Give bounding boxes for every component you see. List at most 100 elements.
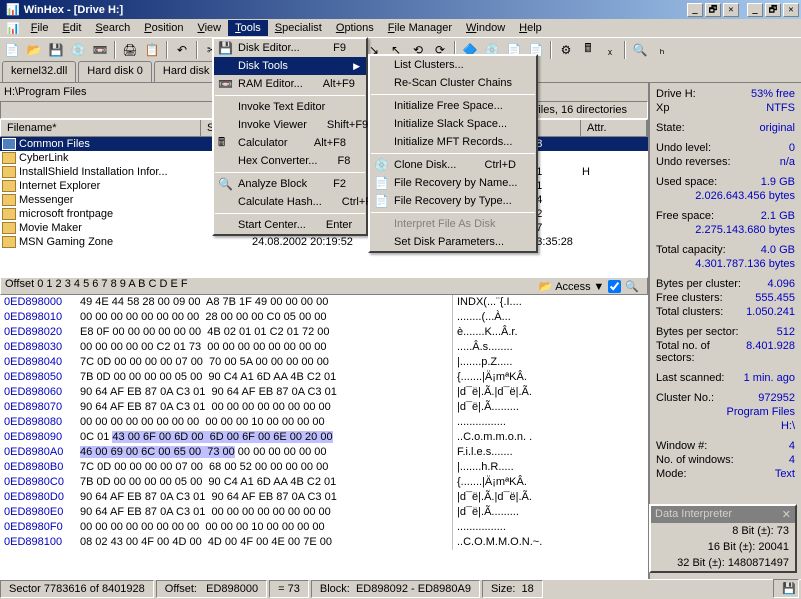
menu-edit[interactable]: Edit xyxy=(55,20,88,36)
dir-row[interactable]: MSN Gaming Zone24.08.2002 20:19:5224.08.… xyxy=(0,235,648,249)
new-button[interactable]: 📄 xyxy=(2,40,22,60)
hex-row[interactable]: 0ED8980900C 01 43 00 6F 00 6D 00 6D 00 6… xyxy=(0,430,648,445)
col-attr[interactable]: Attr. xyxy=(581,120,647,136)
info-hp: H:\ xyxy=(654,419,797,433)
info-mode: Mode:Text xyxy=(654,467,797,481)
menu-item-clone-disk-[interactable]: 💿Clone Disk...Ctrl+D xyxy=(370,156,536,174)
info-nw: No. of windows:4 xyxy=(654,453,797,467)
close-icon[interactable]: ✕ xyxy=(782,508,791,521)
info-wn: Window #:4 xyxy=(654,439,797,453)
menu-item-analyze-block[interactable]: 🔍Analyze BlockF2 xyxy=(214,175,366,193)
menu-search[interactable]: Search xyxy=(88,20,137,36)
hex-row[interactable]: 0ED8980507B 0D 00 00 00 00 05 00 90 C4 A… xyxy=(0,370,648,385)
hex-area[interactable]: 0ED89800049 4E 44 58 28 00 09 00 A8 7B 1… xyxy=(0,295,648,579)
menu-file[interactable]: File xyxy=(24,20,56,36)
hex-row[interactable]: 0ED89803000 00 00 00 00 C2 01 73 00 00 0… xyxy=(0,340,648,355)
print-button[interactable]: 🖨 xyxy=(120,40,140,60)
info-pf: Program Files xyxy=(654,405,797,419)
menu-item-file-recovery-by-type-[interactable]: 📄File Recovery by Type... xyxy=(370,192,536,210)
find-hex-button[interactable]: ₕ xyxy=(652,40,672,60)
menu-specialist[interactable]: Specialist xyxy=(268,20,329,36)
info-undo: Undo level:0 xyxy=(654,141,797,155)
info-ls: Last scanned:1 min. ago xyxy=(654,371,797,385)
di-8bit: 8 Bit (±): 73 xyxy=(651,523,795,539)
col-filename[interactable]: Filename* xyxy=(1,120,201,136)
hex-row[interactable]: 0ED8980B07C 0D 00 00 00 00 07 00 68 00 5… xyxy=(0,460,648,475)
info-bpc: Bytes per cluster:4.096 xyxy=(654,277,797,291)
menu-item-invoke-viewer[interactable]: Invoke ViewerShift+F9 xyxy=(214,116,366,134)
minimize-button[interactable]: _ xyxy=(687,3,703,17)
hex-row[interactable]: 0ED89800049 4E 44 58 28 00 09 00 A8 7B 1… xyxy=(0,295,648,310)
access-checkbox[interactable] xyxy=(608,280,621,293)
info-fs: XpNTFS xyxy=(654,101,797,115)
hex-row[interactable]: 0ED8980C07B 0D 00 00 00 00 05 00 90 C4 A… xyxy=(0,475,648,490)
disk-tools-menu[interactable]: List Clusters...Re-Scan Cluster Chains In… xyxy=(368,54,538,253)
info-freeb: 2.275.143.680 bytes xyxy=(654,223,797,237)
hex-row[interactable]: 0ED8980407C 0D 00 00 00 00 07 00 70 00 5… xyxy=(0,355,648,370)
calc-button[interactable]: 🖩 xyxy=(578,40,598,60)
menu-position[interactable]: Position xyxy=(137,20,190,36)
hex-row[interactable]: 0ED89801000 00 00 00 00 00 00 00 28 00 0… xyxy=(0,310,648,325)
menu-item-list-clusters-[interactable]: List Clusters... xyxy=(370,56,536,74)
tab-1[interactable]: Hard disk 0 xyxy=(78,61,152,82)
tools-menu[interactable]: 💾Disk Editor...F9Disk Tools▶📼RAM Editor.… xyxy=(212,37,368,236)
hex-row[interactable]: 0ED89808000 00 00 00 00 00 00 00 00 00 0… xyxy=(0,415,648,430)
hex-row[interactable]: 0ED89806090 64 AF EB 87 0A C3 01 90 64 A… xyxy=(0,385,648,400)
hex-row[interactable]: 0ED898020E8 0F 00 00 00 00 00 00 4B 02 0… xyxy=(0,325,648,340)
access-dropdown[interactable]: 📂 Access ▼ xyxy=(539,280,605,293)
menubar: 📊 FileEditSearchPositionViewToolsSpecial… xyxy=(0,19,801,37)
options-button[interactable]: ⚙ xyxy=(556,40,576,60)
menu-item-invoke-text-editor[interactable]: Invoke Text Editor xyxy=(214,98,366,116)
open-button[interactable]: 📂 xyxy=(24,40,44,60)
close-button[interactable]: ✕ xyxy=(723,3,739,17)
menu-options[interactable]: Options xyxy=(329,20,381,36)
hex-row[interactable]: 0ED8980A046 00 69 00 6C 00 65 00 73 00 0… xyxy=(0,445,648,460)
menu-item-hex-converter-[interactable]: Hex Converter...F8 xyxy=(214,152,366,170)
menu-window[interactable]: Window xyxy=(459,20,512,36)
save-button[interactable]: 💾 xyxy=(46,40,66,60)
hex-row[interactable]: 0ED89807090 64 AF EB 87 0A C3 01 00 00 0… xyxy=(0,400,648,415)
menu-item-calculate-hash-[interactable]: Calculate Hash...Ctrl+F2 xyxy=(214,193,366,211)
menu-file-manager[interactable]: File Manager xyxy=(381,20,459,36)
menu-item-set-disk-parameters-[interactable]: Set Disk Parameters... xyxy=(370,233,536,251)
disk-button[interactable]: 💿 xyxy=(68,40,88,60)
menu-help[interactable]: Help xyxy=(512,20,549,36)
menu-item-file-recovery-by-name-[interactable]: 📄File Recovery by Name... xyxy=(370,174,536,192)
refresh-icon[interactable]: 🔍 xyxy=(625,280,639,293)
menu-item-disk-editor-[interactable]: 💾Disk Editor...F9 xyxy=(214,39,366,57)
menu-item-initialize-free-space-[interactable]: Initialize Free Space... xyxy=(370,97,536,115)
titlebar: 📊 WinHex - [Drive H:] _ 🗗 ✕ _ 🗗 ✕ xyxy=(0,0,801,19)
menu-item-ram-editor-[interactable]: 📼RAM Editor...Alt+F9 xyxy=(214,75,366,93)
menu-item-interpret-file-as-disk: Interpret File As Disk xyxy=(370,215,536,233)
find-button[interactable]: 🔍 xyxy=(630,40,650,60)
undo-button[interactable]: ↶ xyxy=(172,40,192,60)
child-minimize-button[interactable]: _ xyxy=(747,3,763,17)
info-cn: Cluster No.:972952 xyxy=(654,391,797,405)
menu-item-re-scan-cluster-chains[interactable]: Re-Scan Cluster Chains xyxy=(370,74,536,92)
menu-item-disk-tools[interactable]: Disk Tools▶ xyxy=(214,57,366,75)
tab-0[interactable]: kernel32.dll xyxy=(2,61,76,82)
menu-item-initialize-slack-space-[interactable]: Initialize Slack Space... xyxy=(370,115,536,133)
info-drive: Drive H:53% free xyxy=(654,87,797,101)
properties-button[interactable]: 📋 xyxy=(142,40,162,60)
hex-row[interactable]: 0ED8980E090 64 AF EB 87 0A C3 01 00 00 0… xyxy=(0,505,648,520)
menu-view[interactable]: View xyxy=(190,20,228,36)
menu-tools[interactable]: Tools xyxy=(228,20,268,36)
app-icon: 📊 xyxy=(6,3,20,16)
menu-item-initialize-mft-records-[interactable]: Initialize MFT Records... xyxy=(370,133,536,151)
hex-row[interactable]: 0ED8980D090 64 AF EB 87 0A C3 01 90 64 A… xyxy=(0,490,648,505)
hex-row[interactable]: 0ED89810008 02 43 00 4F 00 4D 00 4D 00 4… xyxy=(0,535,648,550)
child-close-button[interactable]: ✕ xyxy=(783,3,799,17)
info-totalb: 4.301.787.136 bytes xyxy=(654,257,797,271)
data-interpreter[interactable]: Data Interpreter✕ 8 Bit (±): 73 16 Bit (… xyxy=(649,504,797,573)
hex-header: Offset 0 1 2 3 4 5 6 7 8 9 A B C D E F 📂… xyxy=(0,277,648,295)
menu-item-start-center-[interactable]: Start Center...Enter xyxy=(214,216,366,234)
child-restore-button[interactable]: 🗗 xyxy=(765,3,781,17)
restore-button[interactable]: 🗗 xyxy=(705,3,721,17)
info-fc: Free clusters:555.455 xyxy=(654,291,797,305)
menu-item-calculator[interactable]: 🖩CalculatorAlt+F8 xyxy=(214,134,366,152)
hex-row[interactable]: 0ED8980F000 00 00 00 00 00 00 00 00 00 0… xyxy=(0,520,648,535)
hex-button[interactable]: ₓ xyxy=(600,40,620,60)
ram-button[interactable]: 📼 xyxy=(90,40,110,60)
info-state: State:original xyxy=(654,121,797,135)
